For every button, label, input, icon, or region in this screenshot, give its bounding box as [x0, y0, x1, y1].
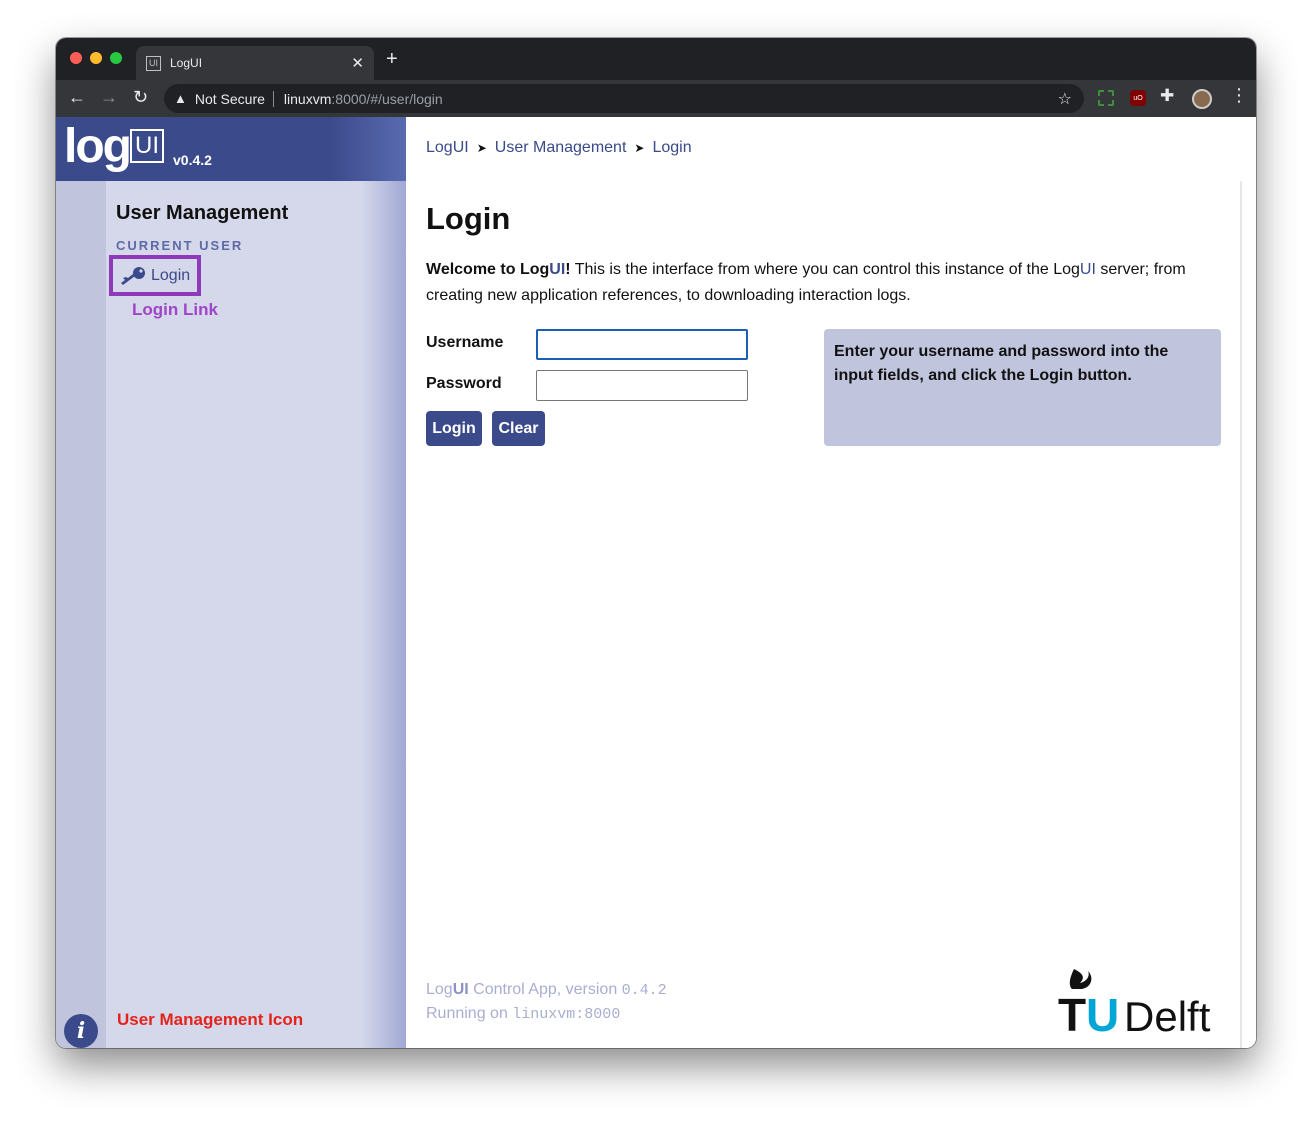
intro-text: Welcome to LogUI! This is the interface … — [426, 257, 1226, 309]
breadcrumb-login[interactable]: Login — [652, 139, 691, 157]
bookmark-star-icon[interactable]: ☆ — [1058, 89, 1072, 109]
sidebar-item-label: Login — [151, 266, 191, 284]
breadcrumb-logui[interactable]: LogUI — [426, 139, 469, 157]
logo-text: log — [64, 120, 132, 173]
extension-screenshot-icon[interactable] — [1098, 90, 1114, 106]
page-title: Login — [426, 201, 511, 236]
intro-bold-1: Welcome to Log — [426, 261, 550, 278]
password-input[interactable] — [536, 370, 748, 401]
help-box: Enter your username and password into th… — [824, 329, 1221, 446]
browser-menu-icon[interactable]: ⋮ — [1230, 85, 1248, 106]
username-input[interactable] — [536, 329, 748, 360]
tab-logui[interactable]: UI LogUI ✕ — [136, 46, 374, 80]
footer-host: Running on linuxvm:8000 — [426, 1005, 620, 1023]
login-link-annotation: Login Link — [132, 300, 218, 319]
info-icon[interactable]: i — [64, 1014, 98, 1048]
address-bar[interactable]: ▲ Not Secure linuxvm :8000/#/user/login … — [164, 84, 1084, 113]
clear-button[interactable]: Clear — [492, 411, 545, 446]
footer-app-text: Control App, version — [468, 981, 622, 998]
browser-toolbar: ← → ↻ ▲ Not Secure linuxvm :8000/#/user/… — [56, 80, 1256, 117]
back-icon[interactable]: ← — [68, 87, 86, 108]
footer-host-value: linuxvm:8000 — [512, 1006, 621, 1023]
app-header: log UI v0.4.2 — [56, 117, 406, 181]
forward-icon[interactable]: → — [100, 87, 118, 108]
tudelft-delft: Delft — [1124, 993, 1211, 1035]
footer-log: Log — [426, 981, 453, 998]
footer-version-number: 0.4.2 — [621, 982, 667, 999]
new-tab-button[interactable]: + — [386, 48, 398, 71]
tudelft-u: U — [1086, 989, 1119, 1035]
url-host: linuxvm — [283, 90, 332, 107]
warning-icon: ▲ — [174, 91, 187, 106]
breadcrumb: LogUI ➤ User Management ➤ Login — [426, 139, 692, 157]
sidebar: User Management CURRENT USER Login Login… — [106, 181, 406, 1048]
tab-title: LogUI — [170, 56, 203, 70]
tudelft-logo: T U Delft — [1058, 969, 1211, 1035]
url-path: :8000/#/user/login — [331, 90, 443, 107]
breadcrumb-separator: ➤ — [634, 141, 645, 155]
breadcrumb-separator: ➤ — [476, 141, 487, 155]
maximize-window-button[interactable] — [110, 52, 122, 64]
extensions-puzzle-icon[interactable]: ✚ — [1160, 86, 1174, 106]
intro-accent-1: UI — [549, 261, 566, 278]
tab-bar: UI LogUI ✕ + — [56, 38, 1256, 80]
minimize-window-button[interactable] — [90, 52, 102, 64]
browser-window: UI LogUI ✕ + ← → ↻ ▲ Not Secure linuxvm … — [56, 38, 1256, 1048]
logo-box: UI — [130, 129, 164, 163]
extension-ublock-icon[interactable]: uO — [1130, 90, 1146, 106]
security-label: Not Secure — [194, 90, 265, 107]
app-version: v0.4.2 — [173, 152, 212, 168]
tab-close-icon[interactable]: ✕ — [351, 54, 364, 72]
content-divider — [1240, 181, 1242, 1048]
footer-running-text: Running on — [426, 1005, 513, 1022]
user-management-annotation: User Management Icon — [117, 1010, 304, 1029]
sidebar-item-login[interactable]: Login — [109, 255, 201, 296]
footer-version: LogUI Control App, version 0.4.2 — [426, 981, 667, 999]
sidebar-title: User Management — [116, 202, 289, 224]
reload-icon[interactable]: ↻ — [133, 87, 148, 108]
logui-app: log UI v0.4.2 i User Management CURRENT … — [56, 117, 1256, 1048]
tudelft-t: T — [1058, 989, 1086, 1035]
icon-rail: i — [56, 181, 106, 1048]
profile-avatar[interactable] — [1192, 89, 1212, 109]
password-label: Password — [426, 375, 502, 392]
sidebar-section-label: CURRENT USER — [116, 238, 244, 253]
username-label: Username — [426, 334, 504, 351]
favicon-icon: UI — [146, 55, 161, 71]
breadcrumb-user-management[interactable]: User Management — [495, 139, 627, 157]
key-icon — [121, 266, 145, 285]
intro-accent-2: UI — [1079, 261, 1096, 278]
omnibox-divider — [272, 90, 274, 107]
login-button[interactable]: Login — [426, 411, 482, 446]
footer-ui: UI — [452, 981, 469, 998]
close-window-button[interactable] — [70, 52, 82, 64]
intro-text-1: This is the interface from where you can… — [570, 261, 1080, 278]
main-content: LogUI ➤ User Management ➤ Login Login We… — [406, 117, 1256, 1048]
